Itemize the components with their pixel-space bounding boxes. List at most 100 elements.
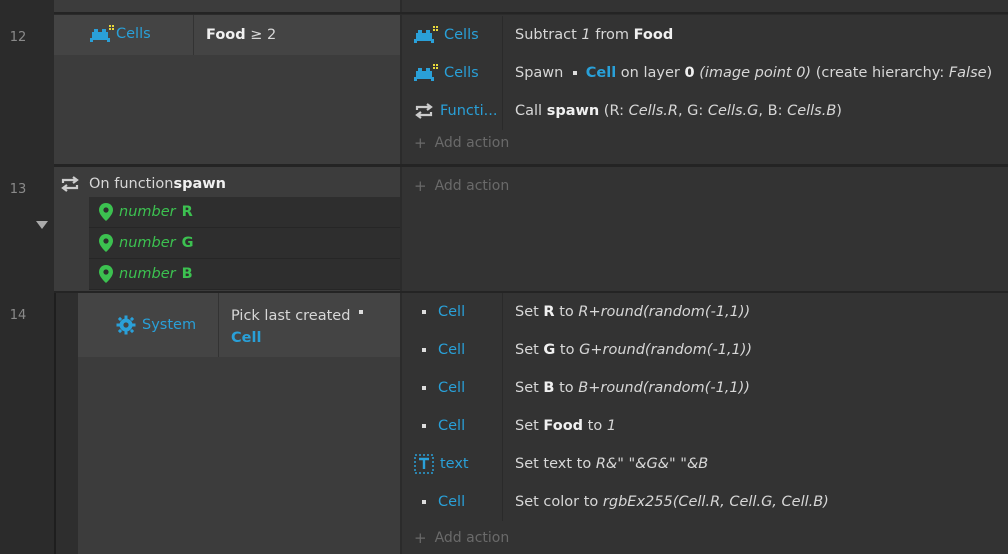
function-parameter[interactable]: number R	[89, 197, 400, 228]
add-action-button[interactable]: + Add action	[402, 167, 1008, 205]
action-param-object: Cell	[585, 65, 617, 81]
action-row[interactable]: Cell Set B to B+round(random(-1,1))	[402, 369, 1008, 407]
action-text: Set B to B+round(random(-1,1))	[502, 369, 750, 407]
action-text-part: to	[555, 342, 580, 358]
action-param-expression: Cells.B	[787, 103, 837, 119]
action-param-expression: B+round(random(-1,1))	[578, 380, 750, 396]
action-text: Set text to R&" "&G&" "&B	[502, 445, 708, 483]
collapse-arrow-icon[interactable]	[36, 221, 48, 229]
parameter-type: number	[119, 235, 176, 251]
action-object: Cell	[402, 380, 502, 396]
function-name: spawn	[173, 176, 226, 192]
action-text: Call spawn (R: Cells.R, G: Cells.G, B: C…	[502, 92, 842, 130]
action-text-part: Call	[515, 103, 547, 119]
event-14-actions: Cell Set R to R+round(random(-1,1)) Cell Se…	[402, 293, 1008, 554]
action-param-bold: 0	[684, 65, 695, 81]
action-param-expression: Cells.R	[628, 103, 678, 119]
parameter-name: B	[181, 266, 193, 282]
action-row[interactable]: Cell Set Food to 1	[402, 407, 1008, 445]
divider	[193, 15, 194, 55]
action-text-part: to	[583, 418, 607, 434]
condition-text: Food ≥ 2	[206, 27, 276, 43]
object-dot-icon	[422, 386, 426, 390]
event-14-conditions[interactable]: System Pick last created Cell	[78, 293, 400, 554]
event-13-function[interactable]: On function spawn number Rnumber Gnumber B	[54, 167, 400, 291]
sprite-icon	[414, 26, 438, 43]
action-object-name: Cell	[438, 494, 466, 510]
action-row[interactable]: Cells Subtract 1 from Food	[402, 16, 1008, 54]
event-13-actions: + Add action	[402, 167, 1008, 291]
event-sheet-gutter	[0, 0, 54, 554]
plus-icon: +	[414, 134, 427, 152]
sprite-icon	[90, 25, 114, 42]
action-text: Spawn Cell on layer 0 (image point 0) (c…	[502, 54, 992, 92]
action-object-name: Cell	[438, 304, 466, 320]
action-param-expression: 1	[581, 27, 591, 43]
action-text-part: )	[836, 103, 842, 119]
event-12-conditions[interactable]: Cells Food ≥ 2	[54, 15, 400, 164]
action-text: Set R to R+round(random(-1,1))	[502, 293, 750, 331]
object-dot-icon	[422, 424, 426, 428]
action-param-bold: Food	[543, 418, 584, 434]
function-parameter[interactable]: number B	[89, 259, 400, 290]
action-object-name: Cell	[438, 342, 466, 358]
action-row[interactable]: Cells Spawn Cell on layer 0 (image point …	[402, 54, 1008, 92]
action-param-expression: 1	[606, 418, 617, 434]
action-param-expression: False	[948, 65, 987, 81]
sub-event-indent	[54, 293, 78, 554]
add-action-button[interactable]: + Add action	[402, 130, 1008, 156]
action-row[interactable]: Functi... Call spawn (R: Cells.R, G: Cell…	[402, 92, 1008, 130]
parameter-type: number	[119, 204, 176, 220]
action-row[interactable]: Cell Set R to R+round(random(-1,1))	[402, 293, 1008, 331]
function-prefix: On function	[89, 176, 174, 192]
event-number: 13	[9, 182, 27, 197]
action-text-part: on layer	[616, 65, 685, 81]
action-object-name: Functi...	[440, 103, 498, 119]
action-object: Cell	[402, 304, 502, 320]
action-object-name: text	[440, 456, 469, 472]
condition-row[interactable]: System Pick last created Cell	[78, 293, 400, 357]
function-parameter[interactable]: number G	[89, 228, 400, 259]
row-separator	[54, 12, 1008, 14]
location-pin-icon	[99, 234, 113, 252]
plus-icon: +	[414, 529, 427, 547]
action-row[interactable]: Cell Set G to G+round(random(-1,1))	[402, 331, 1008, 369]
add-action-label: Add action	[434, 178, 510, 194]
action-object-name: Cell	[438, 418, 466, 434]
parameter-name: G	[181, 235, 194, 251]
action-text: Subtract 1 from Food	[502, 16, 673, 54]
object-dot-icon	[359, 310, 364, 314]
condition-label: Pick last created	[231, 308, 351, 324]
action-text: Set Food to 1	[502, 407, 616, 445]
action-param-bold: R	[543, 304, 555, 320]
location-pin-icon	[99, 265, 113, 283]
action-text-part: Set	[515, 342, 544, 358]
instance-variable: Food	[206, 27, 246, 43]
action-text-part: Set	[515, 418, 544, 434]
action-row[interactable]: text Set text to R&" "&G&" "&B	[402, 445, 1008, 483]
add-action-label: Add action	[434, 135, 510, 151]
action-text-part: (R:	[599, 103, 629, 119]
parameter-name: R	[181, 204, 193, 220]
location-pin-icon	[99, 203, 113, 221]
previous-event-conditions	[54, 0, 400, 12]
sprite-icon	[414, 64, 438, 81]
action-text-part: to	[554, 380, 579, 396]
condition-row[interactable]: Cells Food ≥ 2	[54, 15, 400, 55]
function-parameters: number Rnumber Gnumber B	[89, 197, 400, 290]
event-number: 12	[9, 30, 27, 45]
action-object: Cell	[402, 494, 502, 510]
object-dot-icon	[422, 348, 426, 352]
action-text-part: Set color to	[515, 494, 603, 510]
action-object: text	[402, 454, 502, 474]
add-action-button[interactable]: + Add action	[402, 525, 1008, 551]
action-object: Cells	[402, 25, 502, 45]
action-param-expression: R&" "&G&" "&B	[595, 456, 709, 472]
action-param-expression: R+round(random(-1,1))	[578, 304, 751, 320]
action-param-bold: B	[543, 380, 555, 396]
action-text-part: , B:	[758, 103, 788, 119]
action-row[interactable]: Cell Set color to rgbEx255(Cell.R, Cell.G…	[402, 483, 1008, 521]
action-text-part: (create hierarchy:	[811, 65, 949, 81]
action-param-expression: G+round(random(-1,1))	[579, 342, 753, 358]
add-action-label: Add action	[434, 530, 510, 546]
